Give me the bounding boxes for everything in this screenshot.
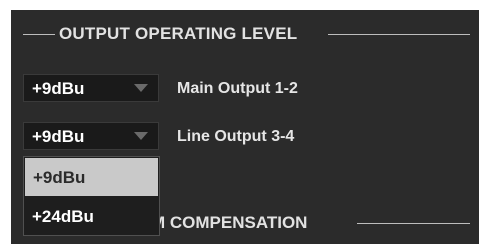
line-output-label: Line Output 3-4 xyxy=(177,128,295,145)
dropdown-option-24dbu[interactable]: +24dBu xyxy=(24,197,159,235)
section-divider-left xyxy=(23,34,55,35)
section-header-output-operating-level: OUTPUT OPERATING LEVEL xyxy=(11,24,479,44)
select-value: +9dBu xyxy=(32,127,85,146)
option-label: +24dBu xyxy=(32,207,94,226)
section-divider-right xyxy=(357,223,470,224)
level-dropdown-menu: +9dBu +24dBu xyxy=(23,156,160,236)
section-title: M COMPENSATION xyxy=(151,213,308,232)
chevron-down-icon xyxy=(134,84,148,92)
select-value: +9dBu xyxy=(32,79,85,98)
chevron-down-icon xyxy=(134,132,148,140)
dropdown-option-9dbu[interactable]: +9dBu xyxy=(25,158,158,196)
section-title: OUTPUT OPERATING LEVEL xyxy=(59,24,298,43)
main-output-label: Main Output 1-2 xyxy=(177,80,298,97)
line-output-level-select[interactable]: +9dBu xyxy=(23,122,159,150)
option-label: +9dBu xyxy=(33,168,86,187)
main-output-level-select[interactable]: +9dBu xyxy=(23,74,159,102)
settings-panel: OUTPUT OPERATING LEVEL +9dBu Main Output… xyxy=(11,10,479,244)
section-divider-right xyxy=(328,34,470,35)
